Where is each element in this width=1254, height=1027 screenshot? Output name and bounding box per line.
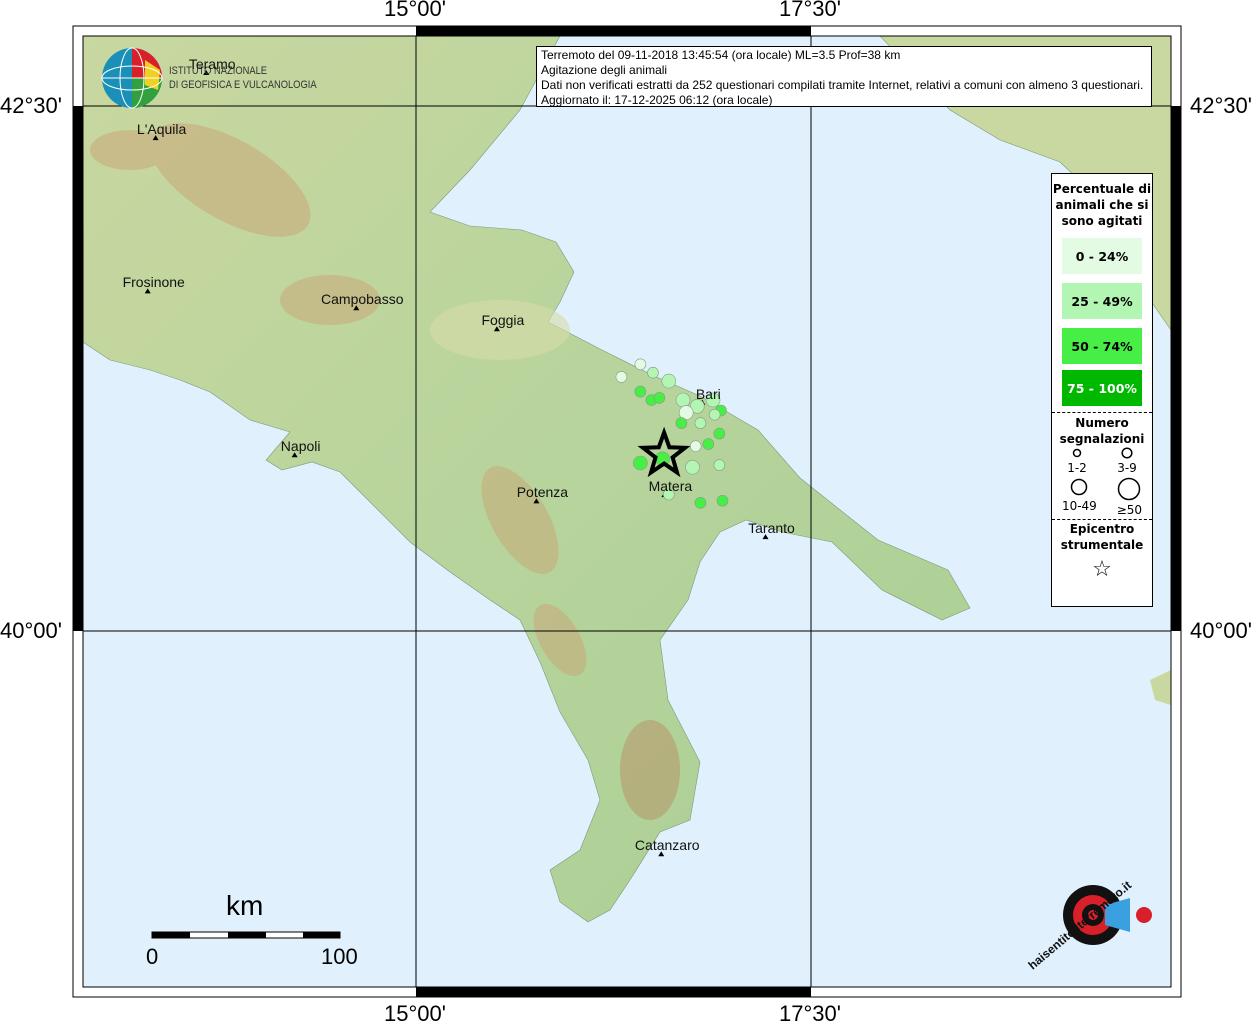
city-label: L'Aquila <box>136 121 187 138</box>
scale-unit: km <box>226 890 264 921</box>
info-box: Terremoto del 09-11-2018 13:45:54 (ora l… <box>536 46 1152 107</box>
circle-xlarge-icon <box>1118 477 1141 501</box>
city-label: Bari <box>695 385 721 402</box>
lon-tick-top-15: 15°00' <box>384 0 446 21</box>
city-label: Foggia <box>481 312 525 329</box>
observation-point[interactable] <box>685 459 700 475</box>
observation-point[interactable] <box>694 497 707 509</box>
lat-tick-right-42-30: 42°30' <box>1190 93 1252 118</box>
observation-point[interactable] <box>708 408 721 421</box>
observation-point[interactable] <box>634 358 647 371</box>
circle-large-icon <box>1071 478 1088 496</box>
observation-point[interactable] <box>713 427 726 440</box>
observation-point[interactable] <box>694 417 707 429</box>
lon-tick-bottom-15: 15°00' <box>384 1001 446 1026</box>
ingv-logo-icon <box>101 47 163 109</box>
city-label: Catanzaro <box>634 837 700 854</box>
observation-point[interactable] <box>633 455 648 471</box>
lon-tick-top-17-30: 17°30' <box>779 0 841 21</box>
city-label: Matera <box>648 478 693 495</box>
legend-class-25-49: 25 - 49% <box>1062 283 1142 319</box>
scale-min: 0 <box>146 944 159 969</box>
observation-point[interactable] <box>713 459 726 471</box>
lon-tick-bottom-17-30: 17°30' <box>779 1001 841 1026</box>
info-line-source: Dati non verificati estratti da 252 ques… <box>541 78 1144 92</box>
legend-count-1-2: 1-2 <box>1067 447 1087 475</box>
city-label: Campobasso <box>321 291 404 308</box>
star-outline-icon: ☆ <box>1092 557 1112 582</box>
lat-tick-right-40: 40°00' <box>1190 618 1252 643</box>
lat-tick-left-40: 40°00' <box>0 618 62 643</box>
city-label: Taranto <box>748 520 795 537</box>
info-line-event: Terremoto del 09-11-2018 13:45:54 (ora l… <box>541 48 901 62</box>
city-label: Teramo <box>188 56 236 72</box>
legend-count-50: ≥50 <box>1117 477 1142 517</box>
legend-epicenter-title: Epicentro strumentale <box>1060 522 1144 552</box>
city-label: Potenza <box>516 484 569 501</box>
circle-small-icon <box>1072 448 1082 458</box>
scale-bar <box>151 931 341 939</box>
legend-count-10-49: 10-49 <box>1062 477 1097 517</box>
legend-class-75-100: 75 - 100% <box>1062 370 1142 406</box>
observation-point[interactable] <box>716 494 729 507</box>
info-line-subject: Agitazione degli animali <box>541 63 668 77</box>
observation-point[interactable] <box>615 371 628 383</box>
ingv-line2: DI GEOFISICA E VULCANOLOGIA <box>169 79 317 91</box>
observation-point[interactable] <box>634 385 647 398</box>
legend: Percentuale di animali che si sono agita… <box>1051 173 1153 607</box>
observation-point[interactable] <box>675 417 688 429</box>
legend-class-0-24: 0 - 24% <box>1062 238 1142 274</box>
tavoliere-plain <box>430 300 570 360</box>
observation-point[interactable] <box>661 373 677 389</box>
observation-point[interactable] <box>653 392 666 404</box>
lat-tick-left-42-30: 42°30' <box>0 93 62 118</box>
legend-count-title: Numero segnalazioni <box>1059 416 1145 446</box>
legend-title: Percentuale di animali che si sono agita… <box>1052 182 1152 228</box>
city-label: Napoli <box>280 438 321 455</box>
observation-point[interactable] <box>689 440 702 453</box>
legend-class-50-74: 50 - 74% <box>1062 328 1142 364</box>
info-line-updated: Aggiornato il: 17-12-2025 06:12 (ora loc… <box>541 93 773 107</box>
circle-medium-icon <box>1121 447 1133 459</box>
legend-count-3-9: 3-9 <box>1117 447 1137 475</box>
city-label: Frosinone <box>122 274 185 291</box>
observation-point[interactable] <box>647 366 659 379</box>
observation-point[interactable] <box>675 392 691 408</box>
scale-max: 100 <box>321 944 358 969</box>
observation-point[interactable] <box>702 438 715 450</box>
